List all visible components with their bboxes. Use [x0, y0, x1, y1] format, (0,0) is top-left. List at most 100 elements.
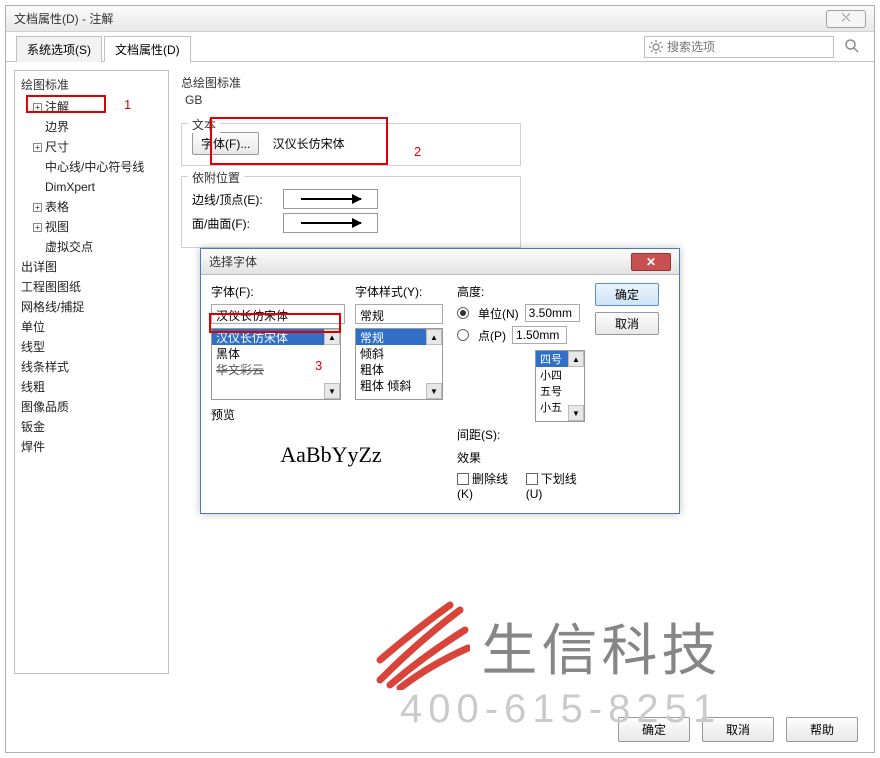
tree-item-label: 边界	[45, 120, 69, 134]
face-arrow-select[interactable]	[283, 213, 378, 233]
tree-item[interactable]: 线型	[21, 337, 162, 357]
tree-item-label: 线型	[21, 340, 45, 354]
list-item[interactable]: 小四	[536, 367, 584, 383]
tree-item[interactable]: 虚拟交点	[21, 237, 162, 257]
tree-item[interactable]: 单位	[21, 317, 162, 337]
scroll-up-icon[interactable]: ▲	[568, 351, 584, 367]
face-row: 面/曲面(F):	[192, 213, 510, 233]
preview-area: 预览 AaBbYyZz	[211, 406, 345, 483]
effect-label: 效果	[457, 449, 585, 466]
tab-system-options[interactable]: 系统选项(S)	[16, 36, 102, 62]
cancel-button[interactable]: 取消	[702, 717, 774, 742]
tree-item-label: 图像品质	[21, 400, 69, 414]
search-input[interactable]	[667, 40, 829, 54]
list-item[interactable]: 倾斜	[356, 345, 442, 361]
style-label: 字体样式(Y):	[355, 283, 447, 300]
font-name-input[interactable]: 汉仪长仿宋体	[211, 304, 345, 324]
underline-checkbox[interactable]: 下划线(U)	[526, 470, 585, 501]
search-icon[interactable]	[844, 38, 860, 59]
tree-item[interactable]: 网格线/捕捉	[21, 297, 162, 317]
scroll-down-icon[interactable]: ▼	[324, 383, 340, 399]
font-button[interactable]: 字体(F)...	[192, 132, 259, 155]
font-cancel-button[interactable]: 取消	[595, 312, 659, 335]
expand-icon[interactable]: +	[33, 223, 42, 232]
dialog-button-bar: 确定 取消 帮助	[618, 717, 858, 742]
tree-item[interactable]: 工程图图纸	[21, 277, 162, 297]
tree-item-label: 钣金	[21, 420, 45, 434]
strike-checkbox[interactable]: 删除线(K)	[457, 470, 516, 501]
attach-group-title: 依附位置	[188, 169, 244, 186]
arrow-icon	[301, 222, 361, 224]
point-radio[interactable]	[457, 329, 469, 341]
tab-document-properties[interactable]: 文档属性(D)	[104, 36, 191, 62]
edge-arrow-select[interactable]	[283, 189, 378, 209]
tree-item[interactable]: 图像品质	[21, 397, 162, 417]
spacing-label: 间距(S):	[457, 426, 500, 443]
tree-item[interactable]: +表格	[21, 197, 162, 217]
style-list[interactable]: 常规 倾斜 粗体 粗体 倾斜 ▲ ▼	[355, 328, 443, 400]
scroll-up-icon[interactable]: ▲	[324, 329, 340, 345]
window-title: 文档属性(D) - 注解	[14, 10, 826, 27]
expand-icon[interactable]: +	[33, 103, 42, 112]
tree-item[interactable]: +尺寸	[21, 137, 162, 157]
list-item[interactable]: 粗体	[356, 361, 442, 377]
search-box[interactable]	[644, 36, 834, 58]
height-label: 高度:	[457, 283, 585, 300]
font-dialog-title: 选择字体	[209, 253, 631, 270]
tree-item[interactable]: 中心线/中心符号线	[21, 157, 162, 177]
tree-item[interactable]: 线条样式	[21, 357, 162, 377]
font-dialog-body: 字体(F): 汉仪长仿宋体 汉仪长仿宋体 黑体 华文彩云 ▲ ▼ 预览 AaBb…	[201, 275, 679, 513]
tree-item-label: 虚拟交点	[45, 240, 93, 254]
expand-icon[interactable]: +	[33, 143, 42, 152]
unit-radio[interactable]	[457, 307, 469, 319]
scroll-down-icon[interactable]: ▼	[568, 405, 584, 421]
tree-item-label: 出详图	[21, 260, 57, 274]
tree-item[interactable]: 出详图	[21, 257, 162, 277]
scroll-up-icon[interactable]: ▲	[426, 329, 442, 345]
current-font-name: 汉仪长仿宋体	[273, 137, 345, 151]
tree-item-label: 尺寸	[45, 140, 69, 154]
font-label: 字体(F):	[211, 283, 345, 300]
preview-label: 预览	[211, 406, 345, 423]
tree-item[interactable]: 线粗	[21, 377, 162, 397]
scroll-down-icon[interactable]: ▼	[426, 383, 442, 399]
tree-item-label: 网格线/捕捉	[21, 300, 84, 314]
style-input[interactable]: 常规	[355, 304, 443, 324]
tree-item-label: 注解	[45, 100, 69, 114]
font-ok-button[interactable]: 确定	[595, 283, 659, 306]
expand-icon[interactable]: +	[33, 203, 42, 212]
tree-item-label: 焊件	[21, 440, 45, 454]
tree-item[interactable]: 边界	[21, 117, 162, 137]
point-value-input[interactable]: 1.50mm	[512, 326, 567, 344]
tree-item[interactable]: 焊件	[21, 437, 162, 457]
text-group-title: 文本	[188, 116, 220, 133]
text-group: 文本 字体(F)... 汉仪长仿宋体	[181, 123, 521, 166]
font-dialog-close[interactable]: ✕	[631, 253, 671, 271]
tree-item-label: 单位	[21, 320, 45, 334]
unit-value-input[interactable]: 3.50mm	[525, 304, 580, 322]
edge-label: 边线/顶点(E):	[192, 191, 277, 208]
list-item[interactable]: 五号	[536, 383, 584, 399]
tree-header: 绘图标准	[21, 75, 162, 95]
tree-item[interactable]: +注解	[21, 97, 162, 117]
size-list[interactable]: 四号 小四 五号 小五 ▲ ▼	[535, 350, 585, 422]
face-label: 面/曲面(F):	[192, 215, 277, 232]
close-button[interactable]: ⤬	[826, 10, 866, 28]
tree-item-label: 工程图图纸	[21, 280, 81, 294]
category-tree[interactable]: 绘图标准 +注解边界+尺寸中心线/中心符号线DimXpert+表格+视图虚拟交点…	[14, 70, 169, 674]
dialog-buttons-column: 确定 取消	[595, 283, 659, 501]
help-button[interactable]: 帮助	[786, 717, 858, 742]
titlebar: 文档属性(D) - 注解 ⤬	[6, 6, 874, 32]
topbar: 系统选项(S) 文档属性(D)	[6, 32, 874, 62]
overall-standard-value: GB	[181, 91, 862, 109]
tree-item[interactable]: 钣金	[21, 417, 162, 437]
annotation-3: 3	[315, 358, 322, 373]
tree-item[interactable]: DimXpert	[21, 177, 162, 197]
attach-group: 依附位置 边线/顶点(E): 面/曲面(F):	[181, 176, 521, 248]
tree-item-label: 线条样式	[21, 360, 69, 374]
arrow-icon	[301, 198, 361, 200]
list-item[interactable]: 汉仪长仿宋体	[212, 329, 340, 345]
ok-button[interactable]: 确定	[618, 717, 690, 742]
annotation-2: 2	[414, 144, 421, 159]
tree-item[interactable]: +视图	[21, 217, 162, 237]
